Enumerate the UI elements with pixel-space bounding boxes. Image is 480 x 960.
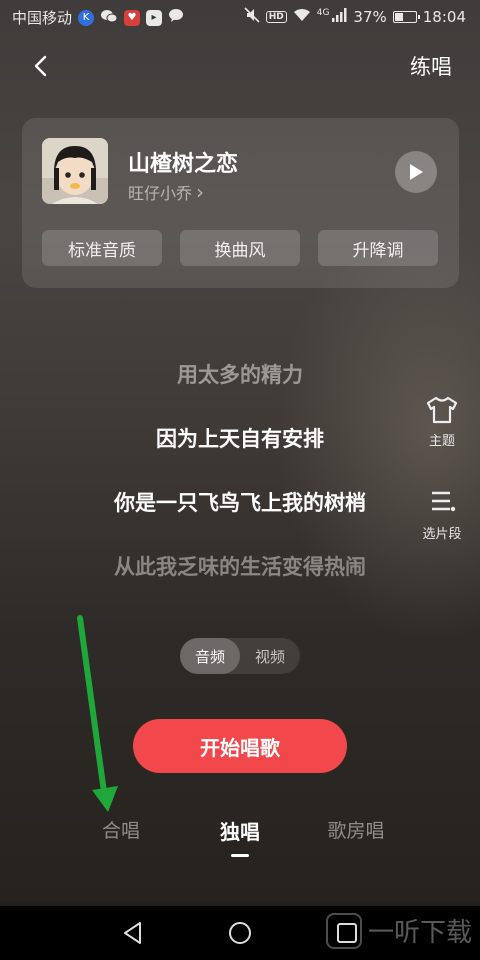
mode-tabs: 合唱 独唱 歌房唱	[0, 816, 480, 857]
lyric-line: 你是一只飞鸟飞上我的树梢	[114, 491, 366, 515]
hd-badge: HD	[265, 11, 287, 23]
nav-back-icon[interactable]	[118, 918, 148, 948]
album-cover[interactable]	[42, 138, 108, 204]
audio-options: 标准音质 换曲风 升降调	[42, 230, 438, 266]
status-left: 中国移动 K ♥ ▸	[12, 7, 184, 28]
battery-icon	[392, 11, 420, 23]
site-watermark: 一听下载	[325, 912, 472, 949]
select-segment-button[interactable]: 选片段	[412, 489, 472, 542]
back-icon[interactable]	[28, 52, 56, 80]
battery-fill	[394, 13, 403, 21]
artist-link[interactable]: 旺仔小乔 ›	[128, 180, 204, 204]
lyric-line: 用太多的精力	[177, 363, 303, 387]
message-icon	[168, 8, 184, 27]
tab-chorus[interactable]: 合唱	[102, 816, 140, 843]
app-heart-icon: ♥	[124, 9, 141, 26]
video-toggle[interactable]: 视频	[240, 638, 300, 674]
wifi-icon	[293, 8, 311, 26]
network-type: 4G	[316, 8, 330, 18]
audio-toggle[interactable]: 音频	[180, 638, 240, 674]
watermark-logo-icon	[325, 912, 362, 949]
theme-label: 主题	[428, 434, 455, 449]
kugou-icon: K	[78, 9, 95, 26]
quality-button[interactable]: 标准音质	[42, 230, 162, 266]
tab-solo[interactable]: 独唱	[220, 816, 260, 845]
karaoke-screen: 中国移动 K ♥ ▸ HD 4G 37% 18:04 练唱 山楂树之恋 旺仔小乔…	[0, 0, 480, 960]
clock: 18:04	[422, 8, 466, 26]
shirt-icon	[426, 396, 458, 424]
status-bar: 中国移动 K ♥ ▸ HD 4G 37% 18:04	[0, 0, 480, 34]
artist-name: 旺仔小乔	[128, 184, 193, 203]
start-singing-button[interactable]: 开始唱歌	[133, 719, 347, 773]
active-tab-indicator	[231, 854, 249, 857]
pitch-button[interactable]: 升降调	[318, 230, 438, 266]
song-title: 山楂树之恋	[128, 152, 239, 177]
segment-list-icon	[432, 491, 456, 512]
practice-button[interactable]: 练唱	[410, 51, 452, 81]
carrier-name: 中国移动	[12, 9, 73, 27]
chevron-right-icon: ›	[196, 180, 205, 204]
lyric-line: 因为上天自有安排	[156, 427, 324, 451]
watermark-text: 一听下载	[367, 918, 472, 948]
play-button[interactable]	[395, 151, 437, 193]
battery-percent: 37%	[353, 8, 387, 26]
status-right: HD 4G 37% 18:04	[244, 7, 466, 27]
lyric-line: 从此我乏味的生活变得热闹	[114, 555, 366, 579]
media-toggle: 音频 视频	[180, 638, 300, 674]
song-card: 山楂树之恋 旺仔小乔 › 标准音质 换曲风 升降调	[22, 118, 459, 288]
signal-icon	[331, 8, 347, 26]
play-icon	[410, 164, 423, 180]
mute-icon	[244, 7, 260, 27]
wechat-icon	[100, 8, 118, 28]
segment-label: 选片段	[422, 527, 462, 542]
app-flag-icon: ▸	[146, 9, 163, 26]
lyrics-panel: 用太多的精力 因为上天自有安排 你是一只飞鸟飞上我的树梢 从此我乏味的生活变得热…	[0, 356, 480, 612]
tab-ktv-room[interactable]: 歌房唱	[327, 816, 384, 843]
album-cover-art	[42, 138, 108, 204]
theme-button[interactable]: 主题	[412, 396, 472, 449]
change-style-button[interactable]: 换曲风	[180, 230, 300, 266]
nav-home-icon[interactable]	[225, 918, 255, 948]
